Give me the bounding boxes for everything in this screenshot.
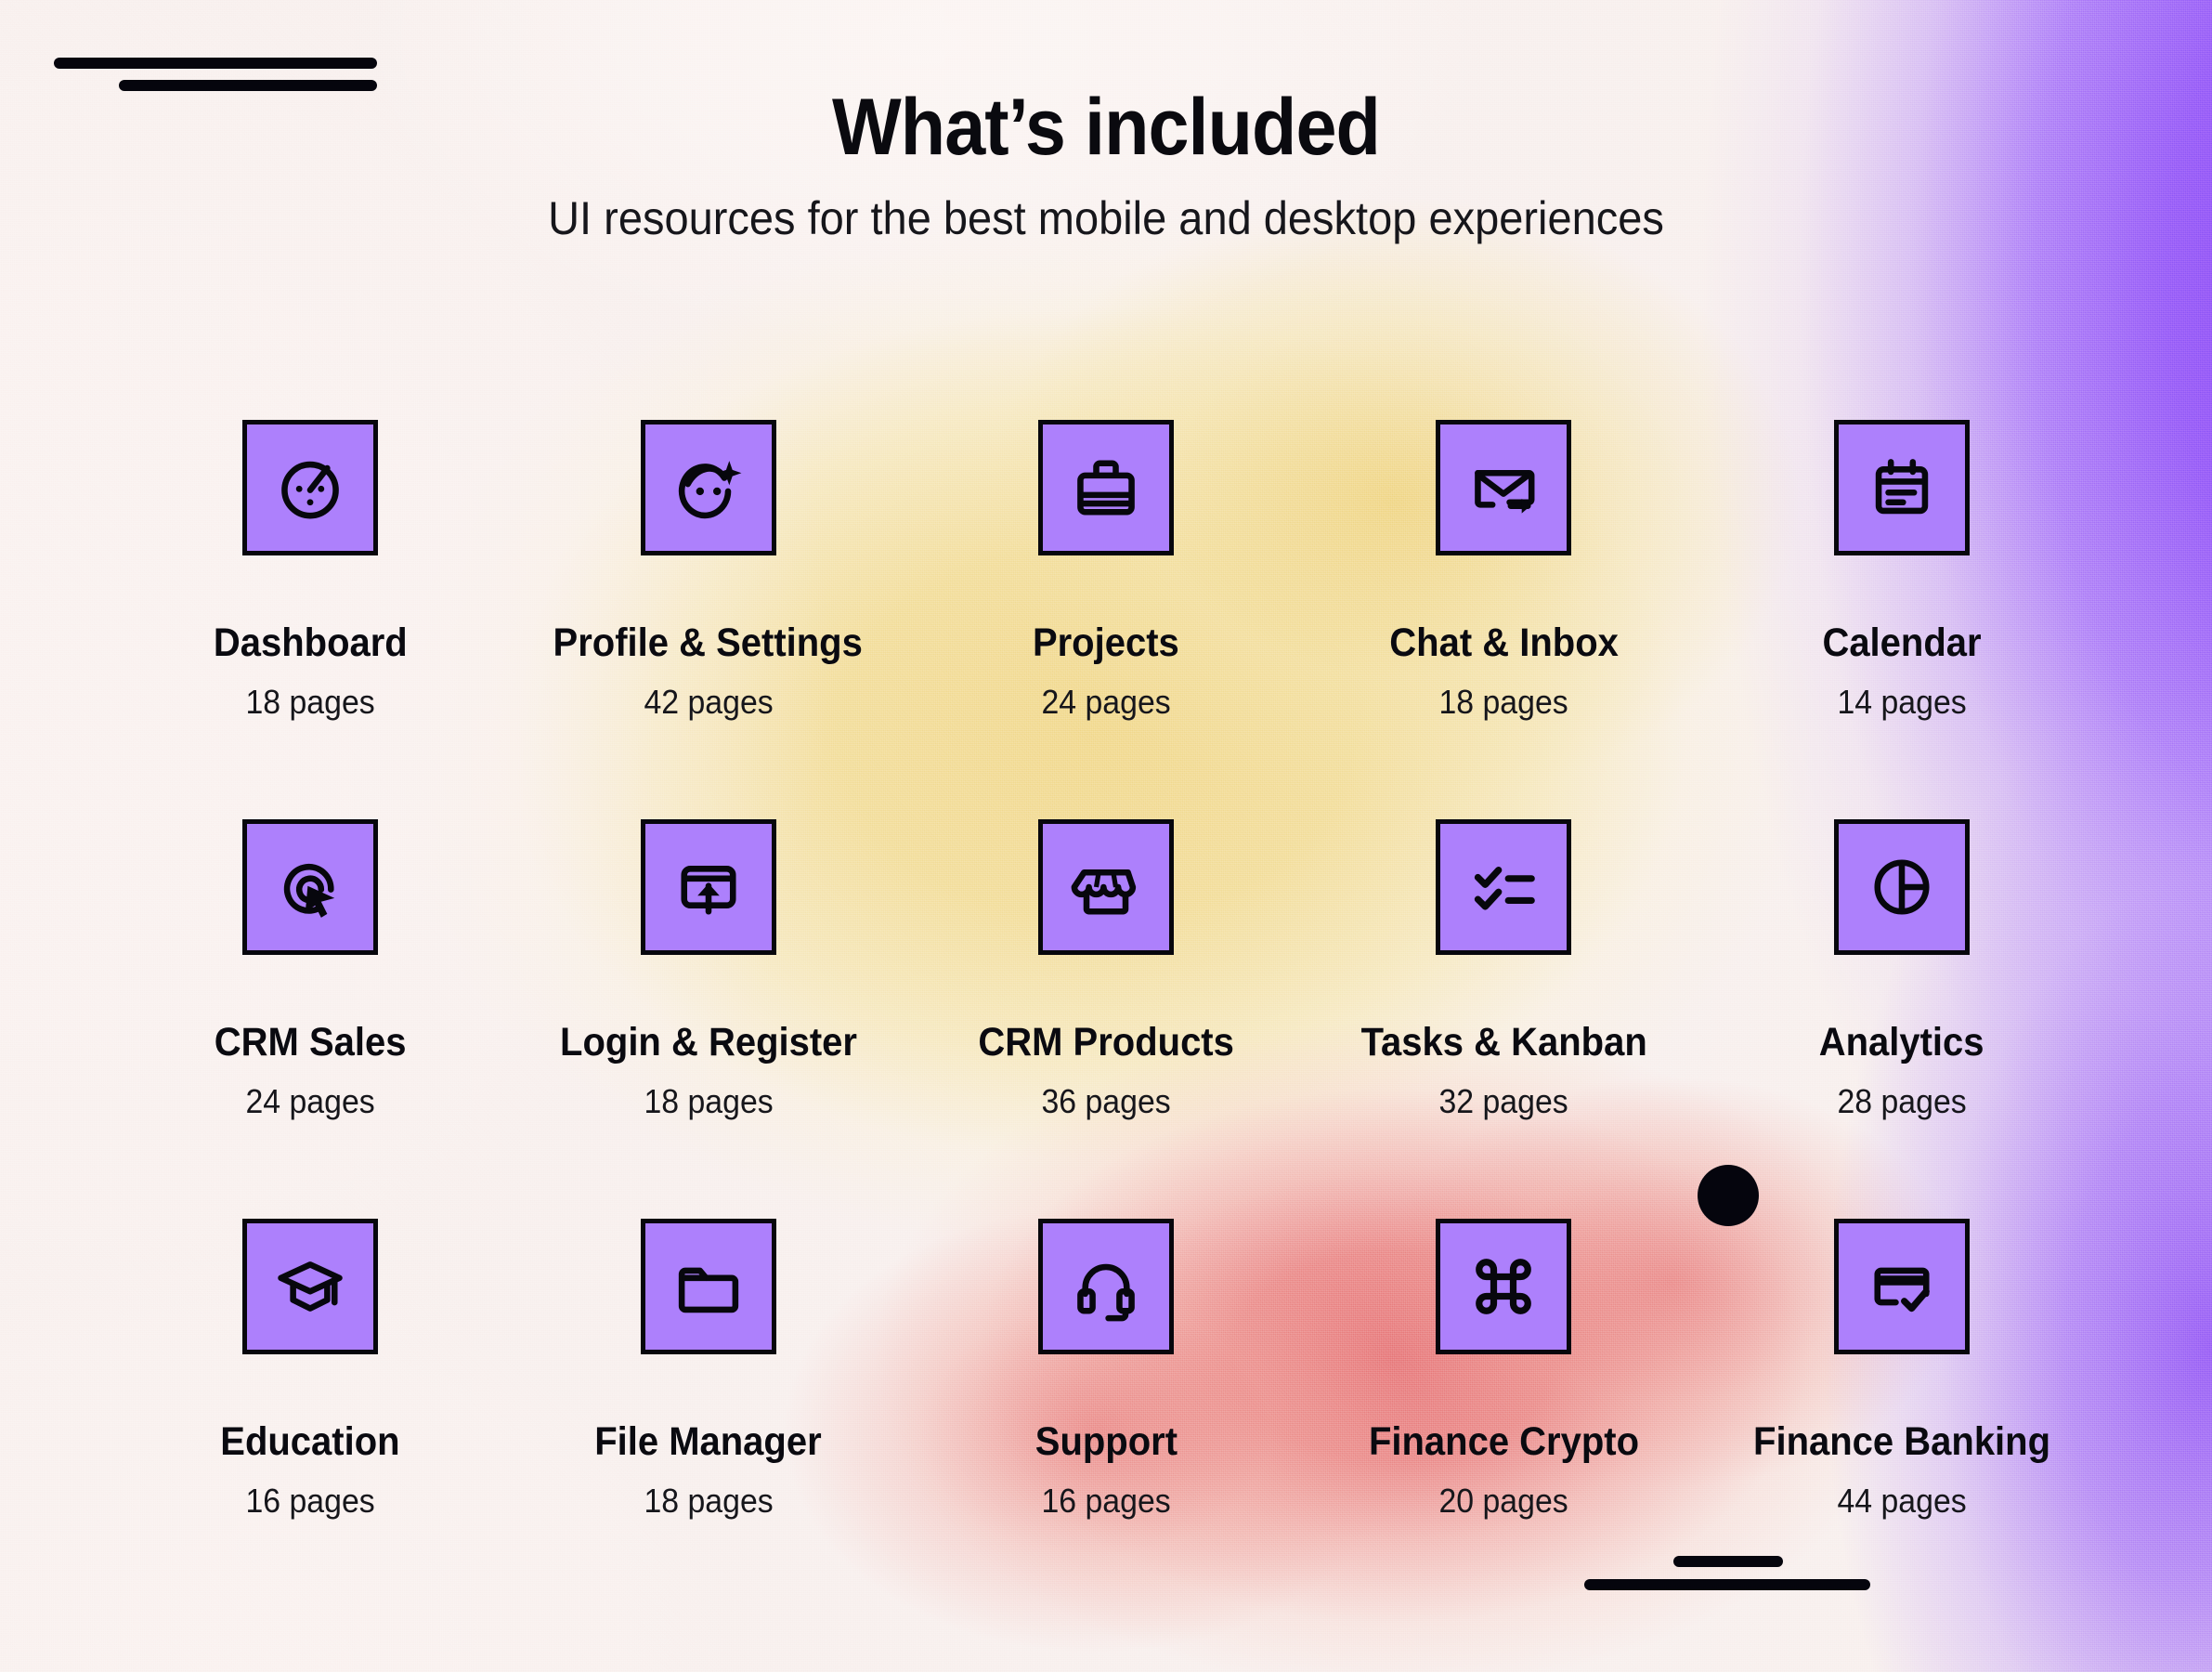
feature-icon-tile[interactable] — [242, 1219, 379, 1354]
feature-icon-tile[interactable] — [1436, 420, 1572, 555]
feature-label: Finance Crypto — [1368, 1419, 1639, 1464]
decoration-line-short — [119, 80, 377, 91]
target-cursor-icon — [284, 864, 335, 918]
feature-page-count: 24 pages — [1041, 683, 1171, 721]
feature-page-count: 16 pages — [1041, 1482, 1171, 1520]
feature-label: Chat & Inbox — [1389, 620, 1619, 665]
feature-label: Profile & Settings — [553, 620, 864, 665]
face-sparkle-icon — [678, 461, 742, 519]
decoration-line-long — [54, 58, 377, 69]
feature-icon-tile[interactable] — [1037, 420, 1174, 555]
feature-label: Support — [1034, 1419, 1178, 1464]
page-title: What’s included — [832, 83, 1381, 172]
feature-cell[interactable]: File Manager 18 pages — [509, 1219, 906, 1618]
feature-cell[interactable]: Support 16 pages — [907, 1219, 1305, 1618]
feature-page-count: 28 pages — [1837, 1082, 1967, 1120]
page-subtitle: UI resources for the best mobile and des… — [548, 192, 1664, 245]
pie-chart-icon — [1874, 859, 1930, 915]
feature-icon-tile[interactable] — [1436, 819, 1572, 955]
feature-icon-tile[interactable] — [640, 819, 776, 955]
feature-cell[interactable]: CRM Sales 24 pages — [111, 819, 509, 1219]
feature-cell[interactable]: Login & Register 18 pages — [509, 819, 906, 1219]
feature-icon-tile[interactable] — [1037, 819, 1174, 955]
storefront-icon — [1071, 869, 1137, 915]
checklist-icon — [1475, 867, 1536, 910]
headset-icon — [1077, 1263, 1135, 1322]
feature-label: Projects — [1033, 620, 1179, 665]
feature-cell[interactable]: Calendar 14 pages — [1703, 420, 2101, 819]
poster-canvas: What’s included UI resources for the bes… — [0, 0, 2212, 1672]
feature-icon-tile[interactable] — [242, 819, 379, 955]
graduation-cap-icon — [278, 1261, 343, 1312]
feature-label: File Manager — [594, 1419, 822, 1464]
feature-icon-tile[interactable] — [640, 420, 776, 555]
folder-icon — [678, 1267, 738, 1313]
feature-label: CRM Sales — [214, 1020, 407, 1065]
decoration-bottom-right — [1584, 1556, 1870, 1590]
feature-cell[interactable]: Education 16 pages — [111, 1219, 509, 1618]
window-upload-icon — [681, 866, 736, 915]
feature-icon-tile[interactable] — [1833, 420, 1970, 555]
briefcase-icon — [1077, 460, 1135, 516]
feature-page-count: 14 pages — [1837, 683, 1967, 721]
decoration-line-short — [1673, 1556, 1783, 1567]
decoration-line-long — [1584, 1579, 1870, 1590]
card-check-icon — [1874, 1267, 1930, 1313]
feature-cell[interactable]: Analytics 28 pages — [1703, 819, 2101, 1219]
feature-label: Calendar — [1822, 620, 1982, 665]
feature-page-count: 36 pages — [1041, 1082, 1171, 1120]
feature-label: Analytics — [1818, 1020, 1984, 1065]
decoration-top-left — [54, 58, 377, 91]
feature-page-count: 44 pages — [1837, 1482, 1967, 1520]
feature-icon-tile[interactable] — [1436, 1219, 1572, 1354]
feature-label: CRM Products — [978, 1020, 1234, 1065]
feature-page-count: 16 pages — [245, 1482, 375, 1520]
feature-label: Login & Register — [559, 1020, 857, 1065]
feature-page-count: 32 pages — [1438, 1082, 1569, 1120]
feature-cell[interactable]: Profile & Settings 42 pages — [509, 420, 906, 819]
feature-label: Dashboard — [213, 620, 408, 665]
feature-page-count: 24 pages — [245, 1082, 375, 1120]
envelope-arrow-icon — [1475, 469, 1535, 514]
feature-label: Tasks & Kanban — [1360, 1020, 1647, 1065]
feature-page-count: 20 pages — [1438, 1482, 1569, 1520]
feature-page-count: 18 pages — [643, 1082, 774, 1120]
feature-cell[interactable]: Chat & Inbox 18 pages — [1305, 420, 1702, 819]
feature-page-count: 42 pages — [643, 683, 774, 721]
feature-label: Education — [220, 1419, 400, 1464]
feature-cell[interactable]: Projects 24 pages — [907, 420, 1305, 819]
command-icon — [1476, 1259, 1532, 1314]
feature-cell[interactable]: Dashboard 18 pages — [111, 420, 509, 819]
feature-grid: Dashboard 18 pages Profile & Settings 42 pa… — [0, 420, 2212, 1618]
gauge-icon — [281, 461, 340, 519]
feature-cell[interactable]: Tasks & Kanban 32 pages — [1305, 819, 1702, 1219]
feature-icon-tile[interactable] — [1037, 1219, 1174, 1354]
feature-label: Finance Banking — [1752, 1419, 2050, 1464]
feature-page-count: 18 pages — [1438, 683, 1569, 721]
decoration-dot — [1698, 1165, 1759, 1226]
feature-icon-tile[interactable] — [1833, 1219, 1970, 1354]
feature-icon-tile[interactable] — [242, 420, 379, 555]
feature-icon-tile[interactable] — [640, 1219, 776, 1354]
header: What’s included UI resources for the bes… — [0, 85, 2212, 244]
feature-page-count: 18 pages — [643, 1482, 774, 1520]
feature-page-count: 18 pages — [245, 683, 375, 721]
calendar-icon — [1875, 459, 1928, 515]
feature-icon-tile[interactable] — [1833, 819, 1970, 955]
feature-cell[interactable]: CRM Products 36 pages — [907, 819, 1305, 1219]
